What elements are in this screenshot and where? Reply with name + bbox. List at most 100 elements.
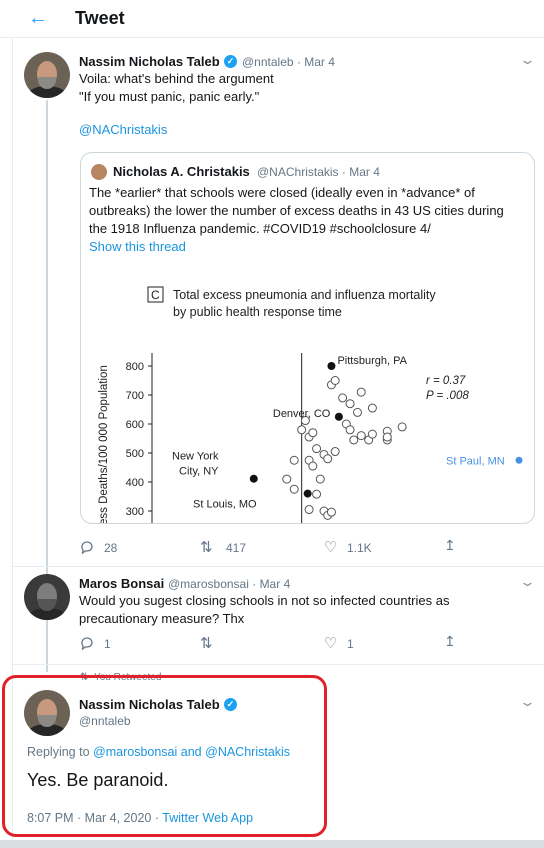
point-label: Denver, CO — [273, 408, 331, 420]
quoted-text-line: outbreaks) the lower the number of exces… — [89, 203, 504, 218]
replying-to: Replying to @marosbonsai and @NAChristak… — [27, 745, 291, 759]
chevron-down-icon[interactable]: ⌄ — [519, 694, 536, 710]
data-point — [345, 425, 355, 435]
author-name[interactable]: Nassim Nicholas Taleb — [79, 54, 220, 69]
data-point — [308, 428, 318, 438]
share-icon[interactable]: ↥ — [444, 537, 456, 554]
data-point — [297, 425, 307, 435]
data-point — [308, 461, 318, 471]
reply-count: 1 — [104, 637, 111, 651]
tweet-text-line: Would you sugest closing schools in not … — [79, 593, 450, 608]
stat-r: r = 0.37 — [426, 375, 466, 387]
data-point — [349, 435, 359, 445]
author-handle: @nntaleb · Mar 4 — [242, 55, 335, 69]
retweet-icon[interactable]: ⇅ — [200, 538, 213, 556]
data-point — [345, 399, 355, 409]
quoted-author-name: Nicholas A. Christakis — [113, 164, 250, 179]
quoted-text-line: the 1918 Influenza pandemic. #COVID19 #s… — [89, 221, 431, 236]
chart-subtitle: by public health response time — [173, 305, 342, 319]
tweet-text-line: precautionary measure? Thx — [79, 611, 245, 626]
tweet-text-line: "If you must panic, panic early." — [79, 89, 260, 104]
y-tick-label: 600 — [126, 419, 144, 431]
y-tick-label: 700 — [126, 390, 144, 402]
like-count: 1.1K — [347, 541, 372, 555]
data-point — [312, 489, 322, 499]
y-tick-label: 300 — [126, 506, 144, 518]
point-label: St Paul, MN — [446, 455, 505, 467]
data-point — [323, 454, 333, 464]
data-point — [312, 444, 322, 454]
show-thread-link[interactable]: Show this thread — [89, 238, 186, 256]
data-point — [315, 474, 325, 484]
chevron-down-icon[interactable]: ⌄ — [519, 574, 536, 590]
author-handle: @nntaleb — [79, 714, 131, 728]
top-bar: ← Tweet — [0, 0, 544, 38]
y-axis-label: ess Deaths/100 000 Population — [98, 365, 110, 524]
reply-user-link[interactable]: @marosbonsai — [93, 745, 177, 759]
data-point — [330, 376, 340, 385]
data-point — [289, 484, 299, 494]
avatar[interactable] — [24, 52, 70, 98]
page-title: Tweet — [75, 8, 125, 28]
avatar[interactable] — [24, 574, 70, 620]
data-point — [326, 507, 336, 517]
chart-title: Total excess pneumonia and influenza mor… — [173, 288, 436, 302]
point-label: St Louis, MO — [193, 499, 257, 511]
avatar[interactable] — [24, 690, 70, 736]
share-icon[interactable]: ↥ — [444, 633, 456, 650]
retweet-count: 417 — [226, 541, 247, 555]
data-point — [338, 393, 348, 403]
tweet-text-line: Voila: what's behind the argument — [79, 71, 274, 86]
source-link[interactable]: Twitter Web App — [162, 811, 253, 825]
y-tick-label: 400 — [126, 477, 144, 489]
mention-link[interactable]: @NAChristakis — [79, 121, 167, 139]
y-tick-label: 500 — [126, 448, 144, 460]
reply-icon[interactable] — [80, 540, 94, 554]
divider — [12, 566, 544, 567]
data-point — [382, 432, 392, 442]
reply-count: 28 — [104, 541, 118, 555]
bottom-bar — [0, 840, 544, 848]
retweet-icon[interactable]: ⇅ — [200, 634, 213, 652]
point-label: Pittsburgh, PA — [337, 355, 407, 367]
arrow-left-icon[interactable]: ← — [28, 8, 48, 28]
panel-letter: C — [151, 288, 160, 302]
data-point — [353, 407, 362, 417]
data-point — [397, 422, 407, 432]
scatter-chart: C Total excess pneumonia and influenza mo… — [98, 286, 523, 524]
point-label: New York — [172, 451, 219, 463]
data-point — [356, 431, 366, 441]
chevron-down-icon[interactable]: ⌄ — [519, 52, 536, 68]
reply-user-link[interactable]: @NAChristakis — [205, 745, 290, 759]
author-name[interactable]: Nassim Nicholas Taleb — [79, 697, 220, 712]
verified-badge-icon: ✓ — [224, 55, 237, 68]
quoted-text-line: The *earlier* that schools were closed (… — [89, 185, 475, 200]
author-name[interactable]: Maros Bonsai — [79, 576, 164, 591]
data-point-st-paul — [515, 456, 523, 464]
like-icon[interactable]: ♡ — [324, 634, 337, 652]
stat-p: P = .008 — [426, 390, 469, 402]
quoted-author-handle: @NAChristakis · Mar 4 — [257, 165, 380, 179]
data-point — [330, 447, 340, 457]
data-point-st-louis — [303, 489, 312, 498]
data-point-denver — [334, 412, 343, 421]
quoted-tweet-card[interactable]: Nicholas A. Christakis @NAChristakis · M… — [80, 152, 535, 524]
avatar — [91, 164, 107, 180]
like-icon[interactable]: ♡ — [324, 538, 337, 556]
tweet-timestamp: 8:07 PM · Mar 4, 2020 · Twitter Web App — [27, 811, 254, 825]
data-point-pittsburgh — [327, 362, 336, 370]
data-point — [282, 474, 292, 484]
chart-image: C Total excess pneumonia and influenza mo… — [81, 281, 534, 524]
data-point — [356, 387, 366, 397]
data-point — [367, 429, 377, 439]
data-point — [304, 505, 314, 515]
author-handle: @marosbonsai · Mar 4 — [168, 577, 291, 591]
data-point-new-york — [249, 474, 258, 483]
data-point — [289, 455, 299, 465]
like-count: 1 — [347, 637, 354, 651]
reply-icon[interactable] — [80, 636, 94, 650]
divider — [12, 664, 544, 665]
y-tick-label: 800 — [126, 361, 144, 373]
tweet-text: Yes. Be paranoid. — [27, 770, 169, 790]
data-point — [367, 403, 377, 413]
